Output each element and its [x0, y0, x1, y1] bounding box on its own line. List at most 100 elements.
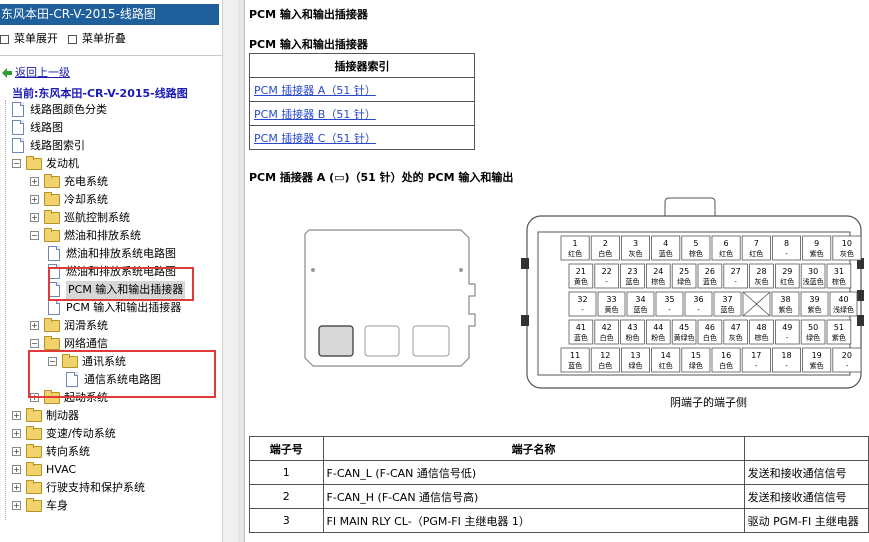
table-row: 2 F-CAN_H (F-CAN 通信信号高) 发送和接收通信信号 [249, 484, 869, 509]
connector-pin: 48棕色 [749, 319, 774, 345]
pin-wire-color: 蓝色 [574, 333, 588, 342]
pin-wire-color: 红色 [780, 277, 794, 286]
collapse-toggle-icon[interactable]: − [30, 339, 39, 348]
connector-pin: 43粉色 [620, 319, 645, 345]
expand-toggle-icon[interactable]: + [12, 429, 21, 438]
app-title-bar: 东风本田-CR-V-2015-线路图 [0, 4, 219, 25]
pcm-unit-outline [304, 229, 476, 367]
tree-item-color-class[interactable]: 线路图颜色分类 [0, 101, 220, 119]
connector-pin: 51紫色 [826, 319, 852, 345]
tree-item-pcm-io[interactable]: PCM 输入和输出插接器 [0, 299, 220, 317]
folder-icon [26, 408, 42, 422]
tree-item-body[interactable]: + 车身 [0, 497, 220, 515]
tree-item-transmission[interactable]: + 变速/传动系统 [0, 425, 220, 443]
pin-number: 39 [809, 295, 819, 304]
tree-item-label: 转向系统 [46, 445, 90, 458]
tree-item-driving-support[interactable]: + 行驶支持和保护系统 [0, 479, 220, 497]
connector-pin: 50绿色 [800, 319, 826, 345]
page-title: PCM 输入和输出插接器 [249, 8, 368, 21]
tree-item-hvac[interactable]: + HVAC [0, 461, 220, 479]
pin-number: 50 [808, 323, 818, 332]
connector-pin: 18- [771, 347, 801, 373]
tree-item-lube[interactable]: + 润滑系统 [0, 317, 220, 335]
collapse-icon [68, 34, 77, 44]
tree-item-cooling[interactable]: + 冷却系统 [0, 191, 220, 209]
tree-item-fuel[interactable]: − 燃油和排放系统 [0, 227, 220, 245]
collapse-toggle-icon[interactable]: − [12, 159, 21, 168]
connector-pin: 11蓝色 [560, 347, 590, 373]
tree-item-label: PCM 输入和输出插接器 [66, 301, 182, 314]
pin-wire-color: 蓝色 [634, 305, 648, 314]
connector-a-link[interactable]: PCM 插接器 A（51 针） [254, 84, 376, 97]
expand-toggle-icon[interactable]: + [30, 213, 39, 222]
expand-toggle-icon[interactable]: + [12, 411, 21, 420]
expand-toggle-icon[interactable]: + [12, 447, 21, 456]
pin-number: 9 [814, 239, 819, 248]
connector-pin: 33黄色 [597, 291, 626, 317]
tree-item-engine[interactable]: − 发动机 [0, 155, 220, 173]
tree-item-cruise[interactable]: + 巡航控制系统 [0, 209, 220, 227]
expand-toggle-icon[interactable]: + [30, 195, 39, 204]
expand-toggle-icon[interactable]: + [12, 483, 21, 492]
pin-wire-color: 紫色 [810, 361, 824, 370]
connector-pin: 4蓝色 [651, 235, 681, 261]
connector-pin: 46白色 [697, 319, 723, 345]
tree-item-fuel-circuit-1[interactable]: 燃油和排放系统电路图 [0, 245, 220, 263]
connector-pin: 19紫色 [802, 347, 832, 373]
tree-item-brake[interactable]: + 制动器 [0, 407, 220, 425]
expand-toggle-icon[interactable]: + [30, 177, 39, 186]
back-link[interactable]: 返回上一级 [15, 65, 70, 81]
tree-item-label: 冷却系统 [64, 193, 108, 206]
pcm-connector-a-highlight [318, 325, 354, 357]
connector-pin: 49- [774, 319, 800, 345]
tree-item-wiring[interactable]: 线路图 [0, 119, 220, 137]
expand-icon [0, 34, 9, 44]
table-cell-ds: 发送和接收通信信号 [743, 484, 869, 509]
pin-wire-color: 灰色 [629, 249, 643, 258]
highlight-box-comm [28, 350, 216, 398]
pin-number: 15 [691, 351, 701, 360]
connector-pin: 16白色 [711, 347, 741, 373]
pin-wire-color: 棕色 [689, 249, 703, 258]
folder-icon [44, 228, 60, 242]
tree-scrollbar[interactable] [222, 0, 238, 542]
tree-item-label: 充电系统 [64, 175, 108, 188]
connector-pin: 28灰色 [749, 263, 774, 289]
pin-number: 33 [606, 295, 616, 304]
pin-number: 30 [808, 267, 818, 276]
tree-item-label: 巡航控制系统 [64, 211, 130, 224]
pin-wire-color: 蓝色 [568, 361, 582, 370]
pin-number: 44 [653, 323, 663, 332]
expand-toggle-icon[interactable]: + [12, 501, 21, 510]
connector-pin: 32- [568, 291, 597, 317]
pin-number: 22 [602, 267, 612, 276]
tree-item-label: 行驶支持和保护系统 [46, 481, 145, 494]
connector-pin: 36- [684, 291, 713, 317]
expand-menu-label: 菜单展开 [14, 32, 58, 45]
content-pane: PCM 输入和输出插接器 PCM 输入和输出插接器 插接器索引 PCM 插接器 … [245, 0, 869, 542]
tree-item-steering[interactable]: + 转向系统 [0, 443, 220, 461]
pin-wire-color: 红色 [659, 361, 673, 370]
expand-toggle-icon[interactable]: + [12, 465, 21, 474]
tree-item-label: 发动机 [46, 157, 79, 170]
pin-number: 48 [756, 323, 766, 332]
collapse-toggle-icon[interactable]: − [30, 231, 39, 240]
document-icon [12, 102, 24, 117]
pin-number: 31 [834, 267, 844, 276]
connector-c-link[interactable]: PCM 插接器 C（51 针） [254, 132, 376, 145]
connector-pin: 38紫色 [771, 291, 800, 317]
menu-bar: 菜单展开 菜单折叠 [0, 30, 220, 48]
pin-wire-color: 红色 [568, 249, 582, 258]
pin-wire-color: 棕色 [651, 277, 665, 286]
pane-splitter[interactable] [238, 0, 245, 542]
table-row: 3 FI MAIN RLY CL-（PGM-FI 主继电器 1） 驱动 PGM-FI… [249, 508, 869, 533]
tree-item-wiring-index[interactable]: 线路图索引 [0, 137, 220, 155]
expand-toggle-icon[interactable]: + [30, 321, 39, 330]
connector-b-link[interactable]: PCM 插接器 B（51 针） [254, 108, 376, 121]
tree-item-charging[interactable]: + 充电系统 [0, 173, 220, 191]
expand-menu-button[interactable]: 菜单展开 [0, 30, 58, 48]
collapse-menu-button[interactable]: 菜单折叠 [68, 30, 126, 48]
pin-number: 10 [842, 239, 852, 248]
pin-number: 25 [679, 267, 689, 276]
connector-pin: 12白色 [590, 347, 620, 373]
